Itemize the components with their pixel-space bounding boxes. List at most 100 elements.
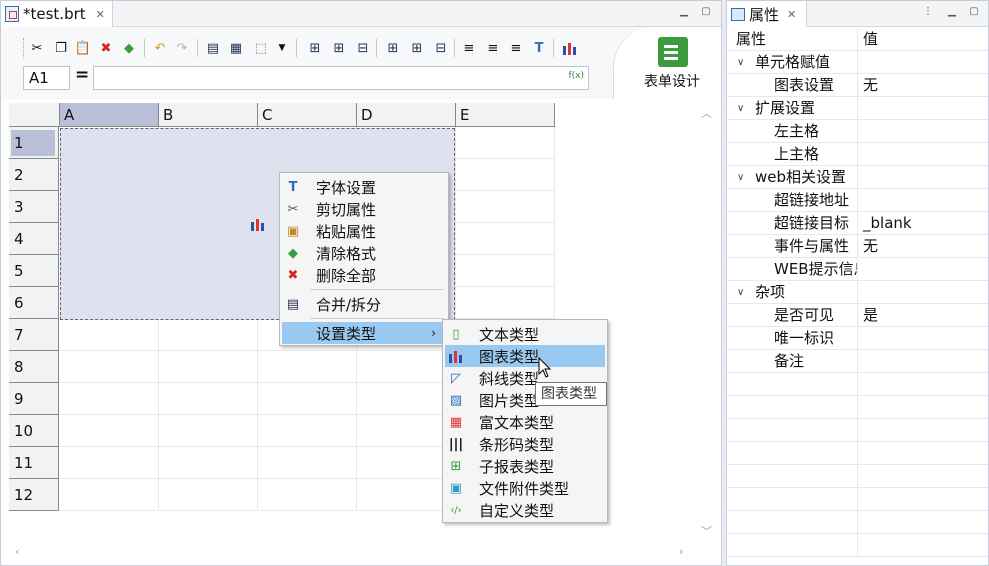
tab-close-icon[interactable]: ✕ xyxy=(787,8,796,21)
value-column-header: 值 xyxy=(863,30,879,48)
insert-row-above-icon[interactable]: ⊞ xyxy=(305,38,325,58)
property-value[interactable]: 是 xyxy=(863,304,878,327)
form-design-label: 表单设计 xyxy=(644,74,700,90)
formula-input[interactable]: f(x) xyxy=(93,66,589,90)
property-row[interactable]: WEB提示信息 xyxy=(727,258,988,281)
maximize-icon[interactable]: ▢ xyxy=(967,6,981,18)
cut-icon[interactable]: ✂ xyxy=(27,38,47,58)
row-header-6[interactable]: 6 xyxy=(9,287,59,319)
submenu-item-barcode-type[interactable]: ||| 条形码类型 xyxy=(445,433,605,455)
grid-corner[interactable] xyxy=(9,103,60,127)
submenu-item-rich-text-type[interactable]: ▦ 富文本类型 xyxy=(445,411,605,433)
chevron-down-icon[interactable]: ∨ xyxy=(737,281,744,304)
property-value[interactable]: _blank xyxy=(863,212,912,235)
insert-column-left-icon[interactable]: ⊞ xyxy=(383,38,403,58)
paste-icon[interactable]: 📋 xyxy=(73,38,93,58)
menu-item-delete-all[interactable]: ✖ 删除全部 xyxy=(282,264,446,286)
tab-close-icon[interactable]: ✕ xyxy=(96,8,105,21)
align-center-icon[interactable]: ≡ xyxy=(483,38,503,58)
property-row[interactable]: 左主格 xyxy=(727,120,988,143)
toolbar-separator xyxy=(553,39,554,57)
report-file-icon xyxy=(5,6,19,22)
property-row[interactable]: 上主格 xyxy=(727,143,988,166)
insert-row-below-icon[interactable]: ⊞ xyxy=(329,38,349,58)
chevron-down-icon[interactable]: ∨ xyxy=(737,166,744,189)
horizontal-scrollbar[interactable]: ‹ › xyxy=(9,545,697,561)
redo-icon[interactable]: ↷ xyxy=(172,38,192,58)
vertical-scrollbar[interactable]: ︿ ﹀ xyxy=(697,103,715,543)
menu-item-paste-properties[interactable]: ▣ 粘贴属性 xyxy=(282,220,446,242)
properties-tab[interactable]: 属性 ✕ xyxy=(727,1,807,27)
context-menu: T 字体设置 ✂ 剪切属性 ▣ 粘贴属性 ◆ 清除格式 ✖ 删除全部 ▤ 合并/… xyxy=(279,172,449,346)
submenu-item-custom-type[interactable]: ‹/› 自定义类型 xyxy=(445,499,605,521)
scroll-right-icon[interactable]: › xyxy=(679,545,683,558)
property-row[interactable]: 事件与属性 无 xyxy=(727,235,988,258)
property-group[interactable]: ∨ web相关设置 xyxy=(727,166,988,189)
property-group[interactable]: ∨ 杂项 xyxy=(727,281,988,304)
menu-item-set-type[interactable]: 设置类型 › xyxy=(282,322,446,344)
row-header-2[interactable]: 2 xyxy=(9,159,59,191)
font-icon[interactable]: T xyxy=(529,38,549,58)
merge-cells-icon[interactable]: ▤ xyxy=(203,38,223,58)
property-group[interactable]: ∨ 扩展设置 xyxy=(727,97,988,120)
column-header-a[interactable]: A xyxy=(60,103,159,127)
property-value[interactable]: 无 xyxy=(863,74,878,97)
chevron-down-icon[interactable]: ∨ xyxy=(737,51,744,74)
submenu-item-subreport-type[interactable]: ⊞ 子报表类型 xyxy=(445,455,605,477)
column-header-d[interactable]: D xyxy=(357,103,456,127)
cell-reference-box[interactable]: A1 xyxy=(23,66,70,90)
row-header-3[interactable]: 3 xyxy=(9,191,59,223)
menu-item-clear-format[interactable]: ◆ 清除格式 xyxy=(282,242,446,264)
column-header-c[interactable]: C xyxy=(258,103,357,127)
minimize-icon[interactable]: ▁ xyxy=(677,6,691,18)
row-header-4[interactable]: 4 xyxy=(9,223,59,255)
property-row[interactable]: 超链接目标 _blank xyxy=(727,212,988,235)
formula-fx-icon[interactable]: f(x) xyxy=(568,71,584,81)
column-header-b[interactable]: B xyxy=(159,103,258,127)
submenu-item-chart-type[interactable]: 图表类型 xyxy=(445,345,605,367)
menu-item-merge-split[interactable]: ▤ 合并/拆分 xyxy=(282,293,446,315)
maximize-icon[interactable]: ▢ xyxy=(699,6,713,18)
scroll-left-icon[interactable]: ‹ xyxy=(15,545,19,558)
column-header-e[interactable]: E xyxy=(456,103,555,127)
form-design-button[interactable]: 表单设计 xyxy=(613,27,721,99)
property-value[interactable]: 无 xyxy=(863,235,878,258)
editor-tab[interactable]: *test.brt ✕ xyxy=(1,1,113,27)
row-header-10[interactable]: 10 xyxy=(9,415,59,447)
property-row[interactable]: 超链接地址 xyxy=(727,189,988,212)
minimize-icon[interactable]: ▁ xyxy=(945,6,959,18)
align-left-icon[interactable]: ≡ xyxy=(459,38,479,58)
property-row[interactable]: 图表设置 无 xyxy=(727,74,988,97)
align-right-icon[interactable]: ≡ xyxy=(506,38,526,58)
delete-icon[interactable]: ✖ xyxy=(96,38,116,58)
table-grid-icon[interactable]: ▦ xyxy=(226,38,246,58)
scroll-up-icon[interactable]: ︿ xyxy=(701,105,712,121)
delete-column-icon[interactable]: ⊟ xyxy=(431,38,451,58)
delete-row-icon[interactable]: ⊟ xyxy=(353,38,373,58)
border-dropdown-icon[interactable]: ▼ xyxy=(272,38,292,58)
undo-icon[interactable]: ↶ xyxy=(150,38,170,58)
submenu-item-attachment-type[interactable]: ▣ 文件附件类型 xyxy=(445,477,605,499)
submenu-item-text-type[interactable]: ▯ 文本类型 xyxy=(445,323,605,345)
copy-icon[interactable]: ❐ xyxy=(51,38,71,58)
row-header-8[interactable]: 8 xyxy=(9,351,59,383)
property-row[interactable]: 是否可见 是 xyxy=(727,304,988,327)
property-row[interactable]: 唯一标识 xyxy=(727,327,988,350)
row-header-5[interactable]: 5 xyxy=(9,255,59,287)
menu-item-cut-properties[interactable]: ✂ 剪切属性 xyxy=(282,198,446,220)
property-row[interactable]: 备注 xyxy=(727,350,988,373)
view-menu-icon[interactable]: ⋮ xyxy=(921,6,935,18)
row-header-9[interactable]: 9 xyxy=(9,383,59,415)
row-header-7[interactable]: 7 xyxy=(9,319,59,351)
row-header-1[interactable]: 1 xyxy=(9,127,59,159)
property-group[interactable]: ∨ 单元格赋值 xyxy=(727,51,988,74)
chart-icon[interactable] xyxy=(560,38,580,58)
insert-column-right-icon[interactable]: ⊞ xyxy=(407,38,427,58)
eraser-icon[interactable]: ◆ xyxy=(119,38,139,58)
menu-item-font-settings[interactable]: T 字体设置 xyxy=(282,176,446,198)
scroll-down-icon[interactable]: ﹀ xyxy=(701,523,712,539)
row-header-11[interactable]: 11 xyxy=(9,447,59,479)
chevron-down-icon[interactable]: ∨ xyxy=(737,97,744,120)
border-icon[interactable]: ⬚ xyxy=(251,38,271,58)
row-header-12[interactable]: 12 xyxy=(9,479,59,511)
